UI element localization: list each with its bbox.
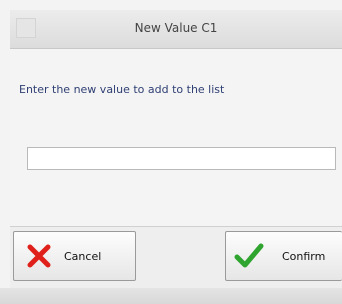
cancel-button[interactable]: Cancel: [13, 231, 136, 281]
new-value-input[interactable]: [27, 147, 336, 170]
prompt-label: Enter the new value to add to the list: [19, 83, 225, 96]
confirm-button[interactable]: Confirm: [225, 231, 342, 281]
dialog-title: New Value C1: [134, 21, 218, 35]
title-bar[interactable]: New Value C1: [10, 10, 342, 49]
new-value-dialog: New Value C1 Enter the new value to add …: [0, 0, 342, 304]
close-x-icon: [26, 243, 52, 269]
bottom-border: [0, 288, 342, 304]
dialog-body: [10, 49, 342, 226]
confirm-label: Confirm: [282, 249, 326, 263]
checkmark-icon: [234, 242, 264, 270]
cancel-label: Cancel: [64, 249, 102, 263]
